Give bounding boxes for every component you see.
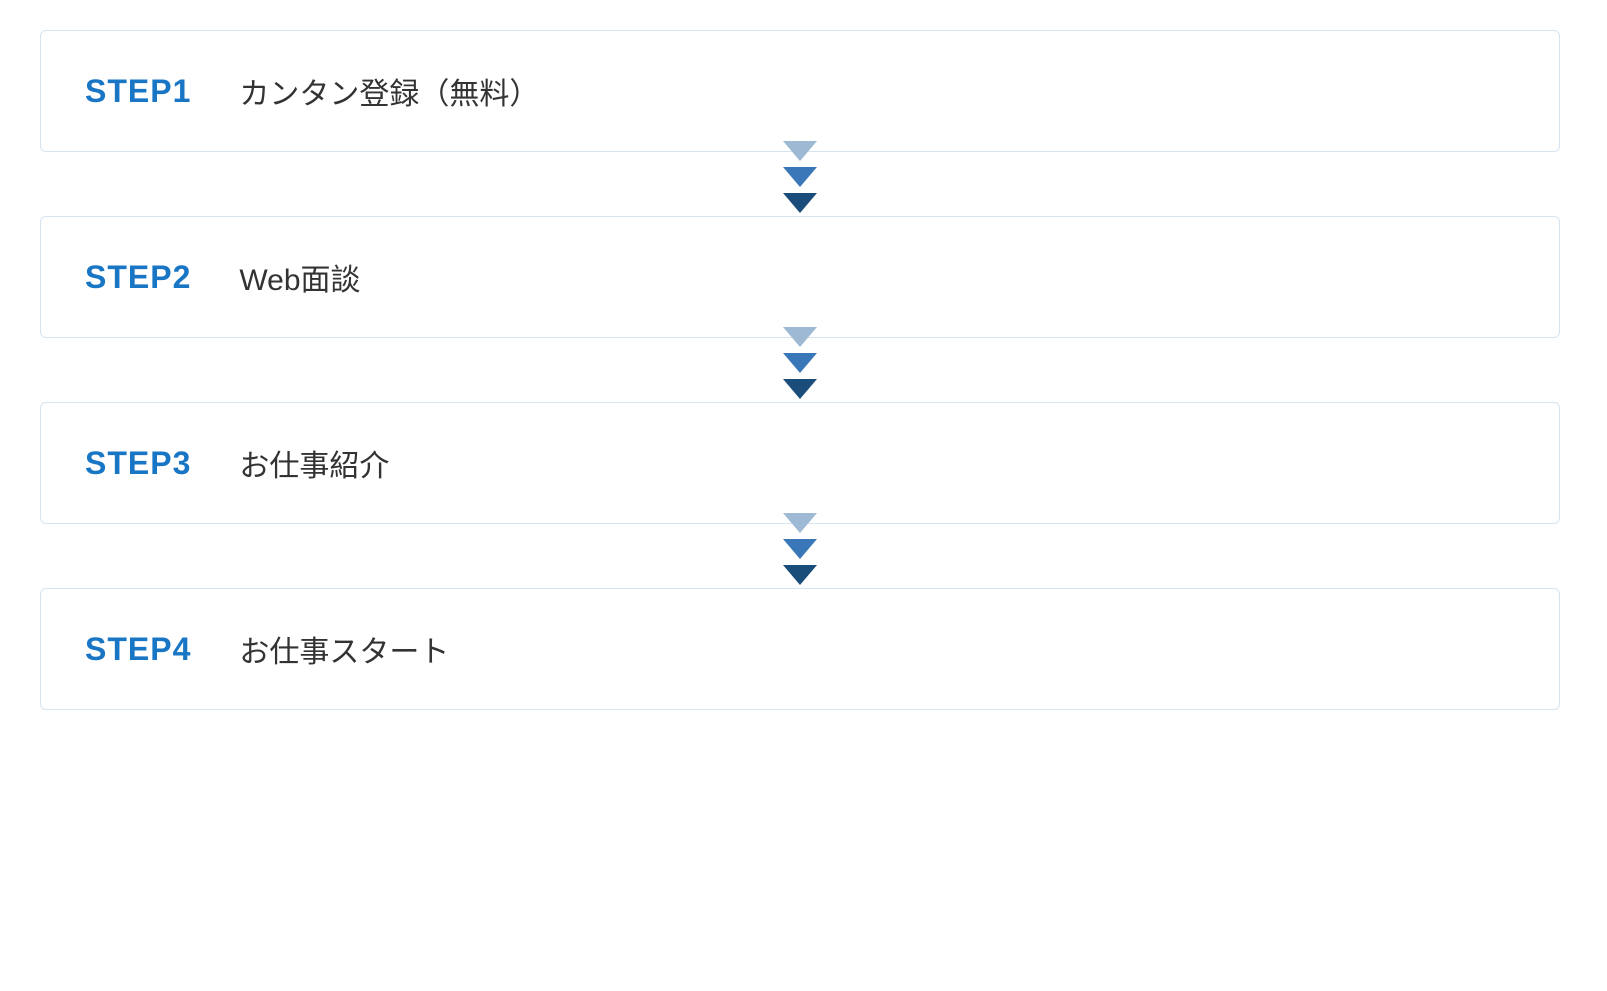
step-3-label: STEP3 — [85, 445, 191, 482]
step-2-text: Web面談 — [239, 255, 360, 299]
step-4-box: STEP4 お仕事スタート — [40, 588, 1560, 710]
step-4-label: STEP4 — [85, 631, 191, 668]
steps-flow-container: STEP1 カンタン登録（無料） STEP2 Web面談 STEP3 お仕事紹介… — [40, 30, 1560, 710]
step-2-label: STEP2 — [85, 259, 191, 296]
chevron-down-icon — [783, 193, 817, 213]
step-3-text: お仕事紹介 — [239, 441, 389, 485]
chevron-down-icon — [783, 353, 817, 373]
chevron-down-icon — [783, 539, 817, 559]
step-4-text: お仕事スタート — [239, 627, 449, 671]
chevron-down-icon — [783, 141, 817, 161]
chevron-down-icon — [783, 167, 817, 187]
arrow-connector-2 — [40, 318, 1560, 408]
chevron-down-icon — [783, 379, 817, 399]
step-1-text: カンタン登録（無料） — [239, 69, 539, 113]
step-1-label: STEP1 — [85, 73, 191, 110]
arrow-connector-3 — [40, 504, 1560, 594]
arrow-connector-1 — [40, 132, 1560, 222]
chevron-down-icon — [783, 513, 817, 533]
chevron-down-icon — [783, 327, 817, 347]
chevron-down-icon — [783, 565, 817, 585]
